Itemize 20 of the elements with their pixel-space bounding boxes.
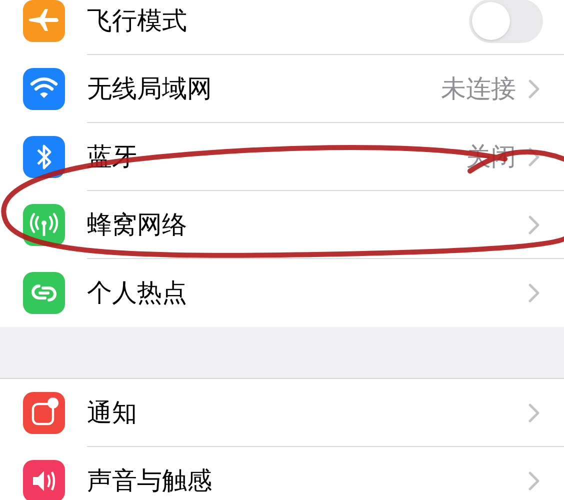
chevron-icon xyxy=(528,78,540,98)
chevron-icon xyxy=(528,402,540,422)
chevron-icon xyxy=(528,146,540,166)
settings-row[interactable]: 飞行模式 xyxy=(0,0,564,55)
settings-row[interactable]: 无线局域网 未连接 xyxy=(0,55,564,123)
chevron-icon xyxy=(528,283,540,303)
row-label: 通知 xyxy=(87,396,138,429)
row-label: 蜂窝网络 xyxy=(87,208,188,241)
settings-row[interactable]: 声音与触感 xyxy=(0,447,564,500)
toggle-switch[interactable] xyxy=(469,0,543,42)
chevron-icon xyxy=(528,214,540,234)
chevron-icon xyxy=(528,471,540,491)
row-label: 无线局域网 xyxy=(87,72,213,105)
settings-row[interactable]: 通知 xyxy=(0,379,564,447)
row-label: 声音与触感 xyxy=(87,465,213,498)
row-label: 飞行模式 xyxy=(87,4,188,37)
settings-row[interactable]: 个人热点 xyxy=(0,259,564,327)
row-label: 个人热点 xyxy=(87,277,188,310)
row-value: 未连接 xyxy=(441,72,516,105)
settings-row[interactable]: 蜂窝网络 xyxy=(0,191,564,259)
